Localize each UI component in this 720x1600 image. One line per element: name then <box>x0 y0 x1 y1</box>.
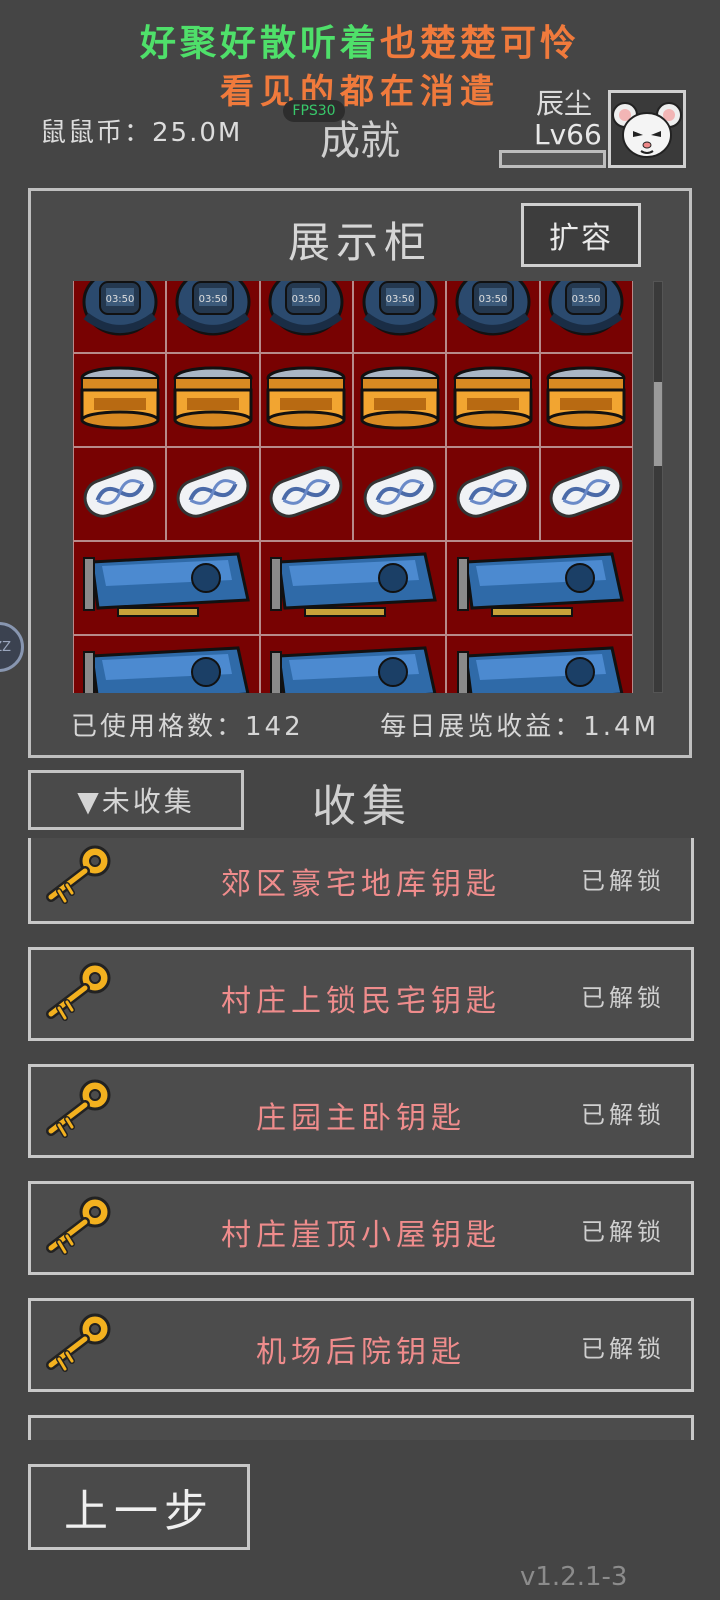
cabinet-slot[interactable] <box>446 447 540 541</box>
lyrics-orange-text: 也楚楚可怜 <box>380 22 581 64</box>
lyrics-green-text: 好聚好散听着 <box>139 22 380 64</box>
cabinet-scroll-thumb[interactable] <box>654 382 662 466</box>
collection-item-status: 已解锁 <box>581 1218 665 1246</box>
dna-capsule-icon <box>78 450 162 538</box>
cabinet-slot[interactable]: 03:50 <box>73 281 167 353</box>
player-name: 辰尘 <box>536 87 593 120</box>
white-mouse-avatar-icon <box>612 102 682 158</box>
uncollected-filter-button[interactable]: ▼未收集 <box>28 770 244 830</box>
cabinet-slot[interactable] <box>166 353 260 447</box>
smartwatch-icon: 03:50 <box>78 281 162 350</box>
graphics-card-icon <box>78 544 254 632</box>
fps-counter: FPS30 <box>283 100 345 122</box>
smartwatch-icon: 03:50 <box>544 281 628 350</box>
svg-text:03:50: 03:50 <box>385 294 414 305</box>
cabinet-row <box>73 635 633 693</box>
cabinet-slot[interactable] <box>73 635 260 693</box>
cabinet-slot[interactable]: 03:50 <box>539 281 633 353</box>
collection-item-status: 已解锁 <box>581 1101 665 1129</box>
dna-capsule-icon <box>171 450 255 538</box>
cabinet-row <box>73 541 633 635</box>
cabinet-slot[interactable]: 03:50 <box>352 281 447 353</box>
cabinet-slot[interactable] <box>259 353 353 447</box>
gold-jar-icon <box>544 356 628 444</box>
graphics-card-icon <box>265 638 441 693</box>
graphics-card-icon <box>78 638 254 693</box>
collection-item[interactable]: 郊区豪宅地库钥匙 已解锁 <box>28 838 694 924</box>
svg-text:03:50: 03:50 <box>292 294 321 305</box>
smartwatch-icon: 03:50 <box>171 281 255 350</box>
cabinet-scrollbar[interactable] <box>653 281 663 693</box>
cabinet-slot[interactable] <box>352 447 447 541</box>
cabinet-slot[interactable] <box>539 447 633 541</box>
cabinet-slot[interactable] <box>259 635 447 693</box>
gold-jar-icon <box>264 356 348 444</box>
dna-capsule-icon <box>358 450 442 538</box>
collection-item[interactable]: 村庄崖顶小屋钥匙 已解锁 <box>28 1181 694 1275</box>
collection-item[interactable]: 村庄上锁民宅钥匙 已解锁 <box>28 947 694 1041</box>
collection-item-status: 已解锁 <box>581 984 665 1012</box>
cabinet-slot[interactable] <box>539 353 633 447</box>
daily-income: 每日展览收益：1.4M <box>380 706 659 743</box>
cabinet-slot[interactable] <box>446 541 633 635</box>
svg-text:03:50: 03:50 <box>572 294 601 305</box>
cabinet-slot[interactable] <box>166 447 260 541</box>
cabinet-row <box>73 353 633 447</box>
dna-capsule-icon <box>544 450 628 538</box>
collection-item-status: 已解锁 <box>581 1335 665 1363</box>
cabinet-slot[interactable] <box>259 447 353 541</box>
display-cabinet: 展示柜 扩容 03:50 03:50 03:50 03:50 03:50 03:50 已使… <box>28 188 692 758</box>
collection-item[interactable] <box>28 1415 694 1440</box>
cabinet-slot[interactable] <box>352 353 447 447</box>
collection-item[interactable]: 庄园主卧钥匙 已解锁 <box>28 1064 694 1158</box>
cabinet-slot[interactable]: 03:50 <box>259 281 353 353</box>
dna-capsule-icon <box>264 450 348 538</box>
cabinet-grid[interactable]: 03:50 03:50 03:50 03:50 03:50 03:50 <box>73 281 633 693</box>
cabinet-slot[interactable] <box>73 447 167 541</box>
smartwatch-icon: 03:50 <box>264 281 348 350</box>
collection-title: 收集 <box>312 781 412 832</box>
cabinet-slot[interactable] <box>446 635 633 693</box>
daily-income-value: 1.4M <box>583 712 659 742</box>
used-slots-label: 已使用格数： <box>71 712 246 742</box>
collection-item-status: 已解锁 <box>581 867 665 895</box>
cabinet-slot[interactable] <box>259 541 447 635</box>
gold-jar-icon <box>171 356 255 444</box>
cabinet-slot[interactable] <box>446 353 540 447</box>
smartwatch-icon: 03:50 <box>358 281 442 350</box>
collection-item[interactable]: 机场后院钥匙 已解锁 <box>28 1298 694 1392</box>
collection-list[interactable]: 郊区豪宅地库钥匙 已解锁村庄上锁民宅钥匙 已解锁 庄园主卧钥匙 已解锁 村庄崖顶小屋钥匙已… <box>28 838 694 1440</box>
cabinet-row <box>73 447 633 541</box>
xp-bar <box>499 150 606 168</box>
cabinet-slot[interactable] <box>73 353 167 447</box>
gold-jar-icon <box>451 356 535 444</box>
dna-capsule-icon <box>451 450 535 538</box>
svg-text:03:50: 03:50 <box>199 294 228 305</box>
gold-jar-icon <box>358 356 442 444</box>
used-slots: 已使用格数：142 <box>71 706 304 743</box>
gold-jar-icon <box>78 356 162 444</box>
used-slots-value: 142 <box>245 712 304 742</box>
svg-text:03:50: 03:50 <box>479 294 508 305</box>
side-floating-tab[interactable]: ZZ <box>0 622 24 672</box>
back-button[interactable]: 上一步 <box>28 1464 250 1550</box>
graphics-card-icon <box>452 638 628 693</box>
graphics-card-icon <box>265 544 441 632</box>
achievement-screen: 好聚好散听着也楚楚可怜 看见的都在消遣 鼠鼠币：25.0M 成就 FPS30 辰… <box>0 0 720 1600</box>
smartwatch-icon: 03:50 <box>451 281 535 350</box>
daily-income-label: 每日展览收益： <box>380 712 584 742</box>
cabinet-slot[interactable]: 03:50 <box>166 281 260 353</box>
player-avatar[interactable] <box>608 90 686 168</box>
cabinet-slot[interactable] <box>73 541 260 635</box>
version-label: v1.2.1-3 <box>520 1562 628 1592</box>
cabinet-row: 03:50 03:50 03:50 03:50 03:50 03:50 <box>73 281 633 353</box>
lyrics-banner-line1: 好聚好散听着也楚楚可怜 <box>0 14 720 66</box>
player-level: Lv66 <box>534 118 602 151</box>
svg-text:03:50: 03:50 <box>105 294 134 305</box>
cabinet-slot[interactable]: 03:50 <box>446 281 540 353</box>
graphics-card-icon <box>452 544 628 632</box>
expand-button[interactable]: 扩容 <box>521 203 641 267</box>
